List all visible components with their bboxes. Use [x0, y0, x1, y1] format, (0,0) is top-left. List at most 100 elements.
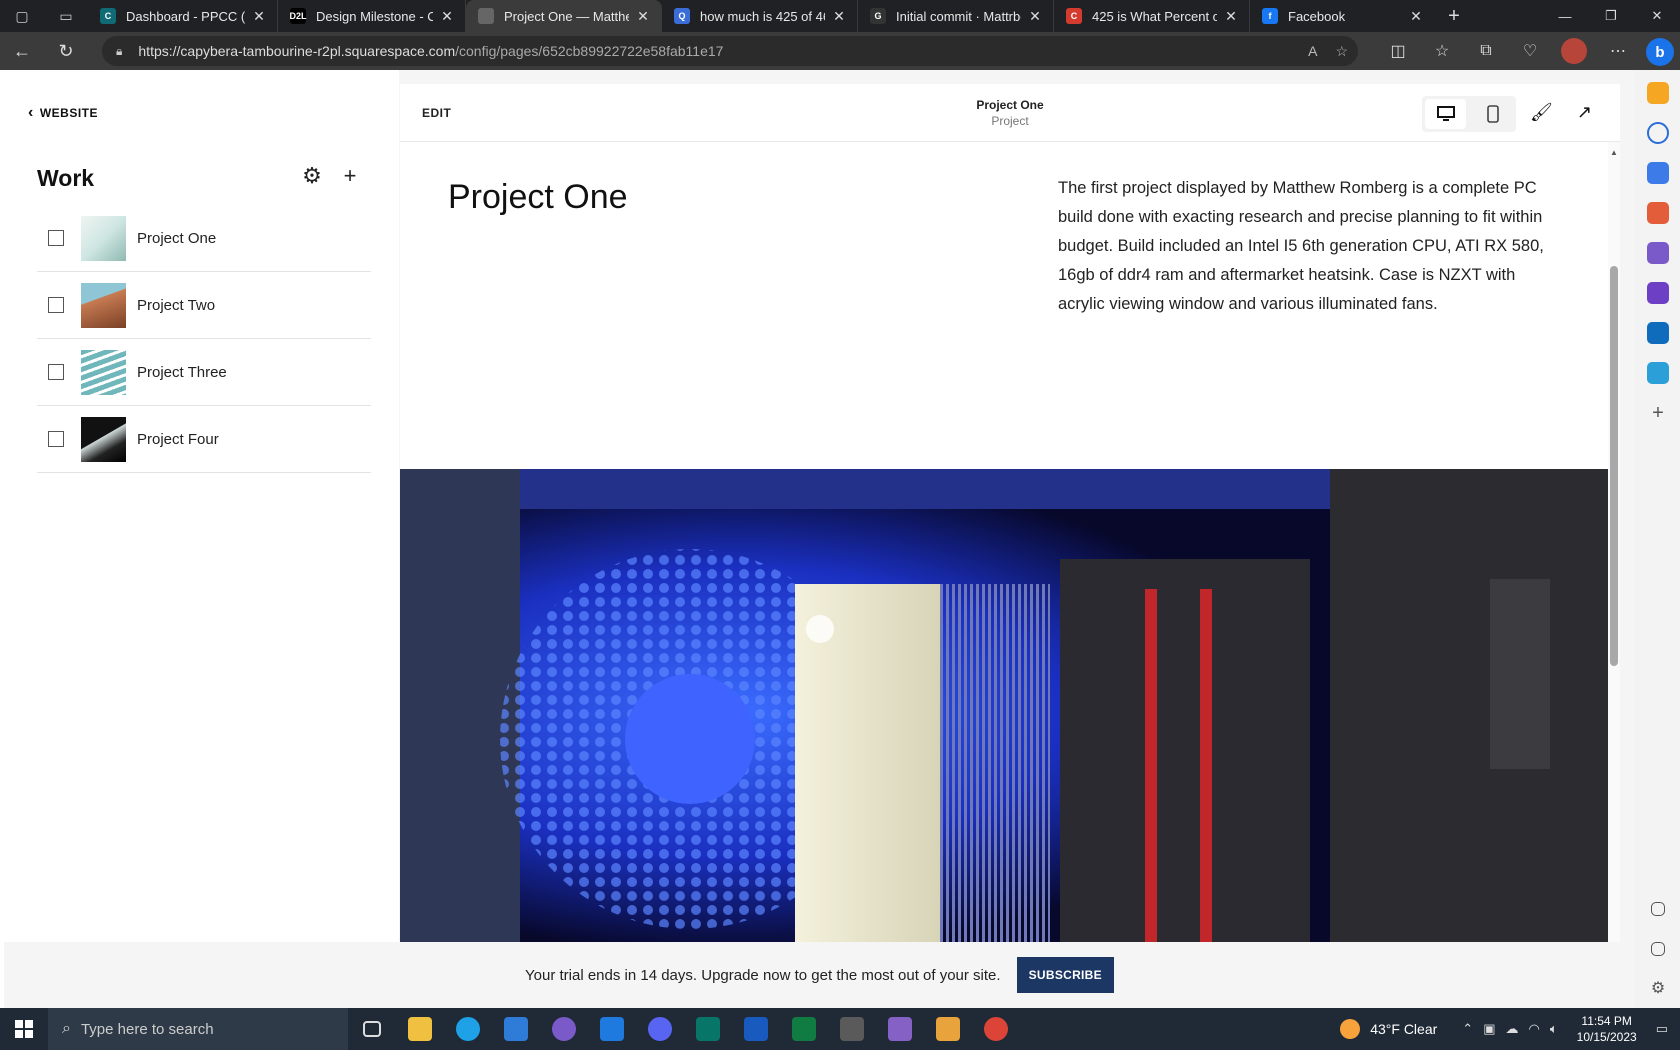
publisher-icon[interactable] — [684, 1008, 732, 1050]
edge-icon[interactable] — [444, 1008, 492, 1050]
back-to-website-link[interactable]: ‹ WEBSITE — [28, 104, 98, 122]
sidebar-external-icon[interactable] — [1651, 942, 1665, 956]
page-heading: Project One — [448, 178, 628, 216]
sidebar-office-icon[interactable] — [1647, 282, 1669, 304]
item-label: Project Two — [137, 296, 216, 314]
sidebar-games-icon[interactable] — [1647, 242, 1669, 264]
item-checkbox[interactable] — [48, 364, 64, 380]
chevron-left-icon: ‹ — [28, 104, 34, 121]
store-icon[interactable] — [492, 1008, 540, 1050]
tab-1[interactable]: D2L Design Milestone - CIS20 ✕ — [278, 0, 466, 32]
sidebar-hide-icon[interactable] — [1651, 902, 1665, 916]
url-path: /config/pages/652cb89922722e58fab11e17 — [455, 43, 724, 59]
favorite-star-icon[interactable]: ☆ — [1335, 43, 1348, 60]
mobile-icon[interactable] — [1469, 96, 1516, 132]
task-view-icon[interactable] — [348, 1008, 396, 1050]
weather-sun-icon — [1340, 1019, 1361, 1039]
close-tab-icon[interactable]: ✕ — [439, 8, 455, 25]
visual-studio-icon[interactable] — [876, 1008, 924, 1050]
scroll-up-icon[interactable]: ▲ — [1610, 148, 1618, 157]
maximize-icon[interactable]: ❐ — [1588, 0, 1634, 32]
item-thumbnail — [81, 416, 126, 462]
minimize-icon[interactable]: — — [1542, 0, 1588, 32]
workspaces-icon[interactable]: ▢ — [0, 0, 44, 32]
folder-icon[interactable] — [924, 1008, 972, 1050]
list-item[interactable]: Project Two — [37, 272, 371, 339]
scroll-thumb[interactable] — [1610, 266, 1618, 666]
more-icon[interactable]: ⋯ — [1596, 41, 1640, 61]
sidebar-drop-icon[interactable] — [1647, 362, 1669, 384]
tab-4[interactable]: G Initial commit · Mattrber ✕ — [858, 0, 1054, 32]
sidebar-outlook-icon[interactable] — [1647, 322, 1669, 344]
item-checkbox[interactable] — [48, 297, 64, 313]
add-icon[interactable]: + — [338, 163, 362, 188]
list-item[interactable]: Project Four — [37, 406, 371, 473]
item-checkbox[interactable] — [48, 230, 64, 246]
browser-tab-bar: ▢ ▭ C Dashboard - PPCC (22) ✕ D2L Design… — [0, 0, 1680, 32]
gear-icon[interactable]: ⚙ — [300, 163, 324, 188]
list-item[interactable]: Project Three — [37, 339, 371, 406]
item-checkbox[interactable] — [48, 431, 64, 447]
open-external-icon[interactable]: ↗ — [1577, 102, 1592, 123]
list-item[interactable]: Project One — [37, 205, 371, 272]
sidebar-shopping-icon[interactable] — [1647, 162, 1669, 184]
chevron-up-icon[interactable]: ⌃ — [1462, 1021, 1473, 1037]
close-tab-icon[interactable]: ✕ — [1027, 8, 1043, 25]
wifi-icon[interactable]: ◠ — [1528, 1021, 1539, 1037]
meet-now-icon[interactable]: ▣ — [1483, 1021, 1495, 1037]
tab-0[interactable]: C Dashboard - PPCC (22) ✕ — [88, 0, 278, 32]
mail-icon[interactable] — [588, 1008, 636, 1050]
close-tab-icon[interactable]: ✕ — [635, 8, 651, 25]
close-tab-icon[interactable]: ✕ — [251, 8, 267, 25]
notifications-icon[interactable]: ▭ — [1656, 1021, 1668, 1037]
weather-widget[interactable]: 43°F Clear — [1340, 1019, 1437, 1039]
excel-icon[interactable] — [780, 1008, 828, 1050]
subscribe-button[interactable]: SUBSCRIBE — [1016, 957, 1114, 993]
copilot-icon[interactable] — [540, 1008, 588, 1050]
url-field[interactable]: 🔒︎ https://capybera-tambourine-r2pl.squa… — [102, 36, 1358, 66]
discord-icon[interactable] — [636, 1008, 684, 1050]
word-icon[interactable] — [732, 1008, 780, 1050]
tab-title: Initial commit · Mattrber — [896, 8, 1021, 24]
calculator-icon[interactable] — [828, 1008, 876, 1050]
sidebar-app-icon[interactable] — [1647, 82, 1669, 104]
edge-sidebar: + ⚙ — [1635, 70, 1680, 1008]
new-tab-button[interactable]: + — [1434, 5, 1474, 28]
collections-icon[interactable]: ⧉ — [1464, 42, 1508, 60]
back-label: WEBSITE — [39, 106, 98, 120]
tab-3[interactable]: Q how much is 425 of 465 ✕ — [662, 0, 858, 32]
onedrive-icon[interactable]: ☁ — [1505, 1021, 1518, 1037]
tab-favicon: D2L — [290, 8, 307, 24]
sidebar-tools-icon[interactable] — [1647, 202, 1669, 224]
preview-scrollbar[interactable]: ▲ — [1608, 142, 1620, 1008]
sidebar-settings-icon[interactable]: ⚙ — [1647, 978, 1669, 1000]
tab-favicon: Q — [674, 8, 690, 24]
refresh-icon[interactable]: ↻ — [44, 32, 88, 70]
split-screen-icon[interactable]: ◫ — [1376, 41, 1420, 61]
back-icon[interactable]: ← — [0, 32, 44, 70]
sidebar-add-icon[interactable]: + — [1647, 402, 1669, 424]
design-brush-icon[interactable]: 🖌︎ — [1530, 102, 1553, 123]
tab-5[interactable]: C 425 is What Percent of 4 ✕ — [1054, 0, 1250, 32]
tab-6[interactable]: f Facebook ✕ — [1250, 0, 1434, 32]
windows-start-icon[interactable] — [0, 1008, 48, 1050]
bing-copilot-icon[interactable]: b — [1646, 38, 1674, 66]
taskbar-search[interactable]: ⌕ Type here to search — [48, 1008, 348, 1050]
profile-avatar[interactable] — [1561, 38, 1587, 64]
chrome-icon[interactable] — [972, 1008, 1020, 1050]
sidebar-search-icon[interactable] — [1647, 122, 1669, 144]
performance-icon[interactable]: ♡ — [1508, 41, 1552, 61]
close-tab-icon[interactable]: ✕ — [831, 8, 847, 25]
desktop-icon[interactable] — [1425, 99, 1466, 129]
tab-2[interactable]: Project One — Matthew ✕ — [466, 0, 662, 32]
read-aloud-icon[interactable]: A — [1308, 43, 1317, 60]
close-window-icon[interactable]: ✕ — [1634, 0, 1680, 32]
windows-taskbar: ⌕ Type here to search 43°F Clear ⌃ ▣ ☁ ◠… — [0, 1008, 1680, 1050]
clock[interactable]: 11:54 PM 10/15/2023 — [1577, 1013, 1637, 1045]
file-explorer-icon[interactable] — [396, 1008, 444, 1050]
volume-icon[interactable]: 🔈︎ — [1550, 1021, 1558, 1037]
tab-actions-icon[interactable]: ▭ — [44, 0, 88, 32]
close-tab-icon[interactable]: ✕ — [1408, 8, 1424, 25]
favorites-icon[interactable]: ☆ — [1420, 41, 1464, 61]
close-tab-icon[interactable]: ✕ — [1223, 8, 1239, 25]
